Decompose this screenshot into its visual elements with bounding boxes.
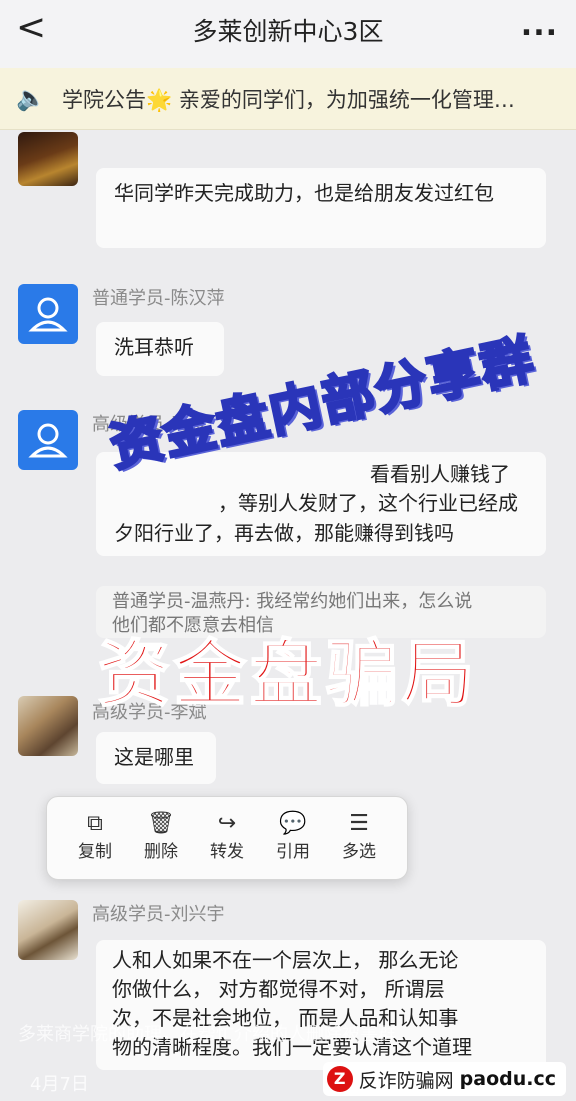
- speaker-icon: 🔈: [16, 84, 46, 112]
- message-bubble[interactable]: 华同学昨天完成助力，也是给朋友发过红包: [96, 168, 546, 248]
- user-icon: [28, 297, 68, 332]
- message-line: 你做什么， 对方都觉得不对， 所谓层: [112, 977, 445, 1001]
- message-line: ，等别人发财了，这个行业已经成: [218, 491, 518, 515]
- avatar[interactable]: [18, 132, 78, 186]
- delete-label: 删除: [144, 842, 178, 862]
- message-context-menu: ⧉ 复制 🗑 删除 ↪ 转发 💬 引用 ☰ 多选: [46, 796, 408, 880]
- overlay-banner-scam: 资金盘骗局: [97, 631, 478, 717]
- watermark: Z 反诈防骗网 paodu.cc: [322, 1062, 566, 1096]
- message-bubble[interactable]: 人和人如果不在一个层次上， 那么无论 你做什么， 对方都觉得不对， 所谓层 次，…: [96, 940, 546, 1070]
- avatar[interactable]: [18, 284, 78, 344]
- sender-name: 普通学员-陈汉萍: [92, 288, 225, 309]
- copy-label: 复制: [78, 842, 112, 862]
- copy-icon: ⧉: [87, 811, 103, 836]
- forward-icon: ↪: [217, 811, 237, 836]
- chat-title: 多莱创新中心3区: [192, 17, 384, 46]
- quote-button[interactable]: 💬 引用: [263, 807, 323, 863]
- chat-header: < 多莱创新中心3区 ...: [0, 0, 576, 68]
- sender-name: 高级学员-刘兴宇: [92, 904, 225, 925]
- trash-icon: 🗑: [147, 811, 175, 836]
- quote-label: 引用: [276, 842, 310, 862]
- message-text: 这是哪里: [114, 745, 194, 769]
- quoted-text: 普通学员-温燕丹: 我经常约她们出来，怎么说: [112, 591, 473, 612]
- announcement-bar[interactable]: 🔈 学院公告🌟 亲爱的同学们，为加强统一化管理…: [0, 68, 576, 130]
- message-bubble[interactable]: 这是哪里: [96, 732, 216, 784]
- message-line: 夕阳行业了，再去做，那能赚得到钱吗: [114, 521, 454, 545]
- announcement-text: 学院公告🌟 亲爱的同学们，为加强统一化管理…: [62, 88, 515, 112]
- post-date: 4月7日: [30, 1074, 89, 1095]
- copy-button[interactable]: ⧉ 复制: [65, 807, 125, 863]
- forward-label: 转发: [210, 842, 244, 862]
- delete-button[interactable]: 🗑 删除: [131, 807, 191, 863]
- more-options-icon[interactable]: ...: [521, 8, 558, 43]
- watermark-label: 反诈防骗网: [358, 1069, 454, 1092]
- message-line: 人和人如果不在一个层次上， 那么无论: [112, 948, 459, 972]
- checklist-icon: ☰: [349, 811, 369, 836]
- multi-select-label: 多选: [342, 842, 376, 862]
- message-text: 洗耳恭听: [114, 335, 194, 359]
- quote-icon: 💬: [279, 811, 307, 836]
- video-caption: 多莱商学院的助理，在帮忙介绍的人删除被害群: [18, 1024, 396, 1045]
- forward-button[interactable]: ↪ 转发: [197, 807, 257, 863]
- message-text: 华同学昨天完成助力，也是给朋友发过红包: [114, 181, 494, 205]
- avatar[interactable]: [18, 900, 78, 960]
- message-bubble[interactable]: 洗耳恭听: [96, 322, 224, 376]
- multi-select-button[interactable]: ☰ 多选: [329, 807, 389, 863]
- site-logo-icon: Z: [326, 1066, 353, 1092]
- watermark-domain: paodu.cc: [459, 1068, 556, 1090]
